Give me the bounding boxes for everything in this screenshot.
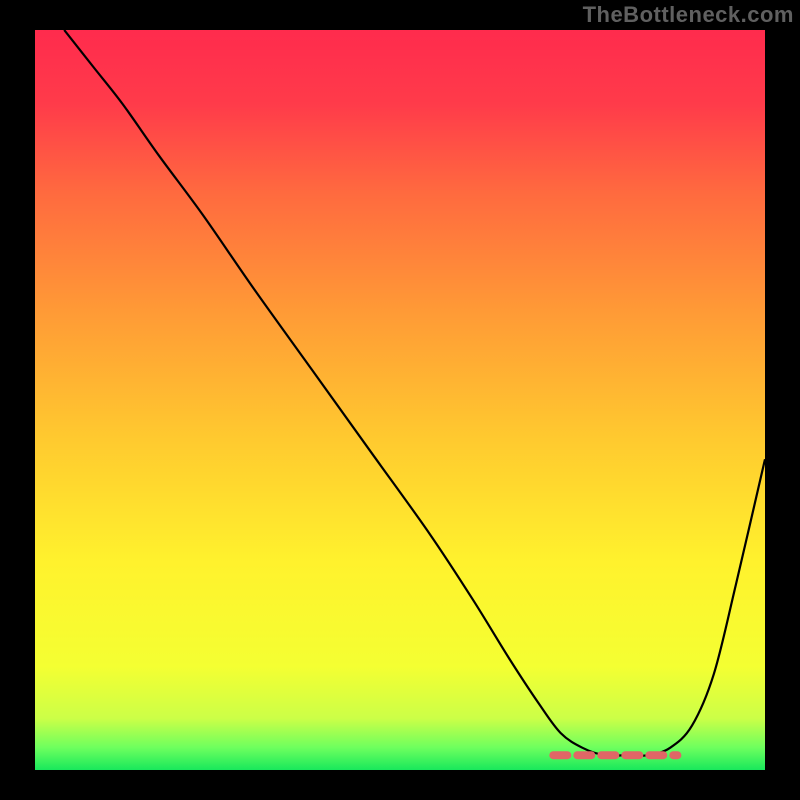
plot-area (35, 30, 765, 770)
chart-container: TheBottleneck.com (0, 0, 800, 800)
watermark-text: TheBottleneck.com (583, 2, 794, 28)
bottleneck-curve (35, 30, 765, 770)
